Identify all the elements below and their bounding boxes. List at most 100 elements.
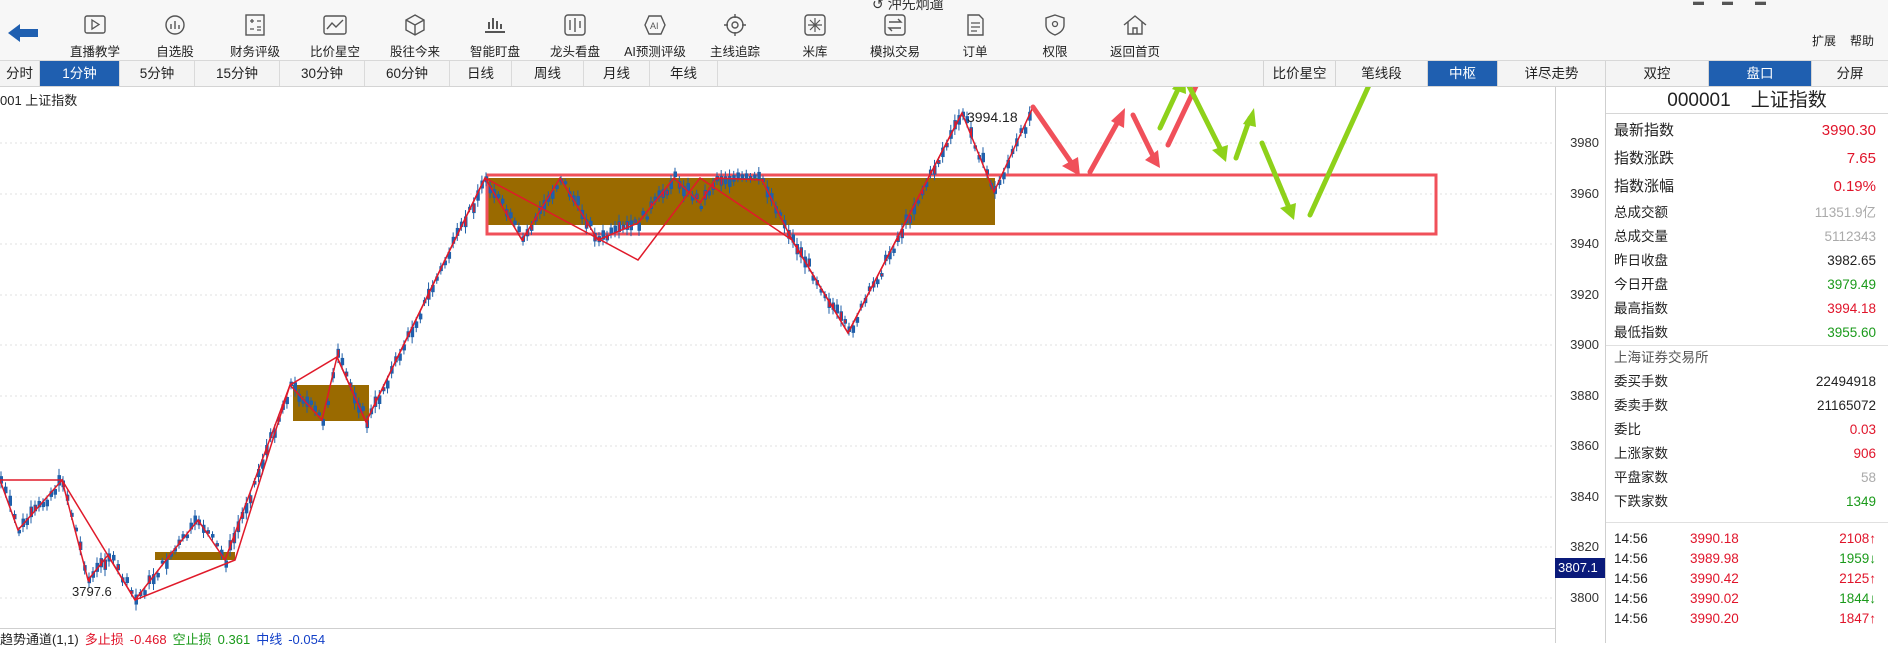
toolbar-ai-rating-button[interactable]: AI AI预测评级 (618, 12, 692, 60)
y-tick: 3840 (1570, 489, 1599, 504)
candle-body (916, 200, 921, 204)
toolbar-label: 龙头看盘 (549, 45, 600, 59)
stat-value: 5112343 (1824, 229, 1876, 244)
tab-weekly[interactable]: 周线 (512, 61, 584, 86)
stat-row: 今日开盘 3979.49 (1606, 273, 1888, 297)
tab-30min[interactable]: 30分钟 (280, 61, 365, 86)
minimize-icon[interactable]: ▬ (1693, 0, 1704, 8)
short-stop-value: 0.361 (217, 632, 251, 647)
tab-compare-stars[interactable]: 比价星空 (1263, 61, 1335, 87)
tab-15min[interactable]: 15分钟 (195, 61, 280, 86)
tab-timeshare[interactable]: 分时 (0, 61, 40, 86)
toolbar-compare-button[interactable]: 比价星空 (298, 12, 372, 60)
stock-name: 上证指数 (1750, 90, 1827, 111)
kline-chart[interactable]: 3994.18 3797.6 (0, 87, 1555, 629)
expand-link[interactable]: 扩展 (1812, 32, 1836, 49)
candle-body (892, 248, 896, 253)
tab-dual-control[interactable]: 双控 (1605, 61, 1708, 87)
tab-yearly[interactable]: 年线 (650, 61, 718, 86)
toolbar-smart-monitor-button[interactable]: 智能盯盘 (458, 12, 532, 60)
candle-body (981, 152, 985, 163)
stat-row: 委卖手数 21165072 (1606, 394, 1888, 418)
stat-row: 最低指数 3955.60 (1606, 321, 1888, 345)
candle-body (835, 304, 839, 314)
toolbar-sim-trade-button[interactable]: 模拟交易 (858, 12, 932, 60)
tab-daily[interactable]: 日线 (450, 61, 512, 86)
toolbar-leader-button[interactable]: 龙头看盘 (538, 12, 612, 60)
toolbar-label: 返回首页 (1109, 45, 1160, 59)
y-tick: 3940 (1570, 236, 1599, 251)
candle-body (855, 317, 860, 323)
candle-body (707, 190, 711, 196)
tab-1min[interactable]: 1分钟 (40, 61, 120, 86)
toolbar-finance-rating-button[interactable]: 财务评级 (218, 12, 292, 60)
toolbar-label: 主线追踪 (709, 45, 760, 59)
tick-time: 14:56 (1614, 591, 1648, 606)
last-price-tag: 3807.1 (1555, 558, 1605, 578)
candle-body (513, 220, 517, 225)
candle-body (112, 554, 116, 561)
close-icon[interactable]: ▬ (1755, 0, 1766, 8)
toolbar-label: 股往今来 (389, 45, 440, 59)
candle-body (500, 198, 505, 204)
stat-value: 906 (1853, 446, 1876, 461)
toolbar-home-button[interactable]: 返回首页 (1098, 12, 1172, 60)
tick-price: 3989.98 (1690, 551, 1739, 566)
tab-detailed-trend[interactable]: 详尽走势 (1497, 61, 1605, 87)
candle-body (472, 203, 476, 214)
toolbar-watchlist-button[interactable]: 自选股 (138, 12, 212, 60)
toolbar-label: 米库 (802, 45, 828, 59)
stat-value: 21165072 (1816, 398, 1876, 413)
toolbar-orders-button[interactable]: 订单 (938, 12, 1012, 60)
monitor-chart-icon (485, 18, 505, 33)
help-link[interactable]: 帮助 (1850, 32, 1874, 49)
stat-label: 最高指数 (1614, 301, 1668, 316)
tab-60min[interactable]: 60分钟 (365, 61, 450, 86)
candle-body (418, 313, 423, 320)
stat-value: 0.03 (1849, 422, 1876, 437)
stat-row: 下跌家数 1349 (1606, 490, 1888, 514)
toolbar-history-button[interactable]: 股往今来 (378, 12, 452, 60)
tab-order-book[interactable]: 盘口 (1708, 61, 1811, 87)
candle-body (340, 357, 345, 366)
indicator-name[interactable]: 趋势通道(1,1) (0, 632, 79, 647)
toolbar-label: 智能盯盘 (469, 45, 520, 59)
rice-icon (804, 14, 826, 36)
tick-price: 3990.20 (1690, 611, 1739, 626)
toolbar-live-teaching-button[interactable]: 直播教学 (58, 12, 132, 60)
back-arrow-icon[interactable] (6, 22, 40, 44)
toolbar-label: 比价星空 (309, 45, 360, 59)
stat-label: 平盘家数 (1614, 470, 1668, 485)
tick-volume: 2125↑ (1839, 571, 1876, 586)
restore-icon[interactable]: ▬ (1722, 0, 1733, 8)
quote-panel: 000001 上证指数 最新指数 3990.30 指数涨跌 7.65 指数涨幅 0.19… (1605, 87, 1888, 643)
tick-row: 14:56 3990.20 1847↑ (1606, 609, 1888, 629)
candle-body (555, 185, 559, 190)
toolbar-mainline-button[interactable]: 主线追踪 (698, 12, 772, 60)
stat-label: 今日开盘 (1614, 277, 1668, 292)
candle-body (613, 225, 617, 233)
stat-row: 昨日收盘 3982.65 (1606, 249, 1888, 273)
candle-body (215, 543, 219, 547)
candle-body (673, 171, 677, 178)
stat-label: 昨日收盘 (1614, 253, 1668, 268)
quote-row: 指数涨跌 7.65 (1606, 145, 1888, 173)
tab-monthly[interactable]: 月线 (584, 61, 650, 86)
tab-stroke-segment[interactable]: 笔线段 (1335, 61, 1427, 87)
tab-5min[interactable]: 5分钟 (120, 61, 195, 86)
tab-split-screen[interactable]: 分屏 (1811, 61, 1888, 87)
candle-body (143, 590, 147, 596)
quote-value: 3990.30 (1821, 122, 1876, 139)
pivot-zone-boxes (155, 173, 1438, 560)
tab-pivot[interactable]: 中枢 (1427, 61, 1497, 87)
toolbar-permission-button[interactable]: 权限 (1018, 12, 1092, 60)
candle-body (843, 319, 847, 324)
exchange-icon (884, 14, 906, 36)
candle-body (211, 534, 215, 538)
stat-row: 委比 0.03 (1606, 418, 1888, 442)
tick-row: 14:56 3990.18 2108↑ (1606, 529, 1888, 549)
toolbar-mikoo-button[interactable]: 米库 (778, 12, 852, 60)
quote-label: 指数涨跌 (1614, 150, 1675, 167)
candle-body (116, 564, 120, 571)
stat-value: 11351.9亿 (1814, 205, 1876, 220)
